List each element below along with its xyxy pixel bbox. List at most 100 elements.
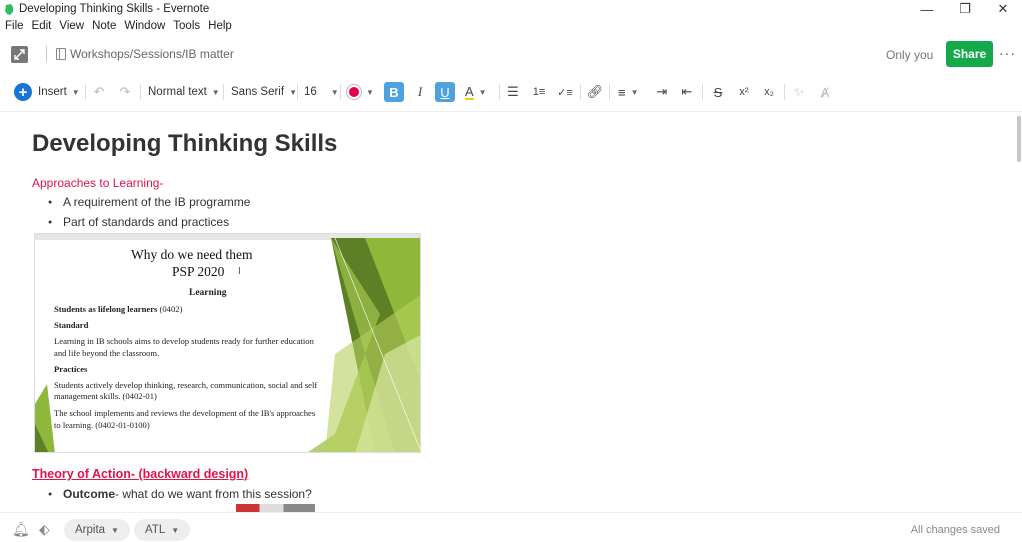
tag-pill[interactable]: ATL ▼ — [134, 519, 191, 541]
notebook-breadcrumb[interactable]: Workshops/Sessions/IB matter — [70, 47, 234, 61]
menu-help[interactable]: Help — [204, 18, 236, 34]
formatting-toolbar: + Insert ▼ ↶ ↷ Normal text ▼ Sans Serif … — [0, 80, 1022, 104]
menu-bar: File Edit View Note Window Tools Help — [0, 18, 236, 34]
slide-line: and life beyond the classroom. — [54, 348, 160, 358]
toolbar-divider — [609, 84, 610, 100]
align-left-icon: ≡ — [618, 84, 626, 100]
tag-pill[interactable]: Arpita ▼ — [64, 519, 130, 541]
reminder-bell-icon[interactable]: 🔔︎ — [12, 521, 30, 538]
text-color-swatch — [347, 85, 361, 99]
note-editor[interactable]: Developing Thinking Skills Approaches to… — [32, 112, 1002, 512]
menu-window[interactable]: Window — [120, 18, 169, 34]
plus-icon: + — [14, 83, 32, 101]
alignment-dropdown[interactable]: ≡ ▼ — [618, 80, 639, 104]
note-footer: 🔔︎ ⬖ Arpita ▼ ATL ▼ All changes saved — [0, 512, 1022, 542]
insert-label: Insert — [38, 86, 67, 98]
tag-label: ATL — [145, 524, 166, 536]
expand-note-icon[interactable] — [11, 46, 28, 63]
undo-icon[interactable]: ↶ — [89, 82, 109, 102]
menu-note[interactable]: Note — [88, 18, 120, 34]
note-header: Workshops/Sessions/IB matter Only you Sh… — [0, 38, 1022, 72]
slide-subtitle: PSP 2020 — [172, 264, 225, 279]
note-title[interactable]: Developing Thinking Skills — [32, 130, 337, 158]
toolbar-divider — [297, 84, 298, 100]
evernote-logo-icon — [5, 3, 13, 15]
font-size-dropdown[interactable]: 16 ▼ — [304, 80, 339, 104]
chevron-down-icon: ▼ — [630, 87, 639, 97]
minimize-button[interactable]: — — [908, 0, 946, 18]
outdent-icon[interactable]: ⇤ — [677, 82, 697, 102]
menu-edit[interactable]: Edit — [28, 18, 56, 34]
highlighter-icon: A — [465, 83, 474, 100]
bold-icon[interactable]: B — [384, 82, 404, 102]
sharing-status[interactable]: Only you — [886, 48, 933, 62]
strikethrough-icon[interactable]: S — [708, 82, 728, 102]
chevron-down-icon: ▼ — [330, 87, 339, 97]
tag-label: Arpita — [75, 524, 106, 536]
toolbar-divider — [140, 84, 141, 100]
toolbar-divider — [784, 84, 785, 100]
underline-icon[interactable]: U — [435, 82, 455, 102]
text-cursor-icon: I — [238, 266, 241, 277]
chevron-down-icon: ▼ — [211, 87, 220, 97]
toolbar-divider — [499, 84, 500, 100]
bullet-list-icon[interactable]: ☰ — [503, 82, 523, 102]
slide-line: Practices — [54, 364, 88, 374]
slide-line: Standard — [54, 320, 89, 330]
superscript-icon[interactable]: x² — [734, 82, 754, 102]
font-family-label: Sans Serif — [231, 86, 285, 98]
slide-title: Why do we need them — [131, 247, 253, 262]
subscript-icon[interactable]: x₂ — [759, 82, 779, 102]
save-status: All changes saved — [910, 524, 1000, 536]
checklist-icon[interactable]: ✓≡ — [555, 82, 575, 102]
insert-button[interactable]: + Insert ▼ — [14, 80, 80, 104]
highlight-button[interactable]: A ▼ — [465, 80, 487, 104]
section-heading-atl[interactable]: Approaches to Learning- — [32, 176, 163, 190]
toolbar-divider — [223, 84, 224, 100]
clear-formatting-icon[interactable]: Ⱥ — [815, 82, 835, 102]
list-item[interactable]: Outcome- what do we want from this sessi… — [48, 487, 312, 501]
link-icon[interactable]: 🔗︎ — [585, 82, 605, 102]
section-heading-theory-of-action[interactable]: Theory of Action- (backward design) — [32, 467, 248, 481]
close-button[interactable]: ✕ — [984, 0, 1022, 18]
notebook-icon — [56, 48, 66, 60]
chevron-down-icon: ▼ — [171, 525, 180, 535]
list-item[interactable]: A requirement of the IB programme — [48, 195, 250, 209]
toolbar-divider — [580, 84, 581, 100]
slide-line: The school implements and reviews the de… — [54, 408, 316, 418]
numbered-list-icon[interactable]: 1≡ — [529, 82, 549, 102]
scrollbar-thumb[interactable] — [1017, 116, 1021, 162]
font-size-label: 16 — [304, 86, 317, 98]
slide-line: Students actively develop thinking, rese… — [54, 380, 318, 390]
paragraph-style-label: Normal text — [148, 86, 207, 98]
slide-line: Learning in IB schools aims to develop s… — [54, 336, 314, 346]
indent-icon[interactable]: ⇥ — [652, 82, 672, 102]
list-item[interactable]: Part of standards and practices — [48, 215, 229, 229]
slide-line: Students as lifelong learners (0402) — [54, 304, 183, 314]
title-bar: Developing Thinking Skills - Evernote — … — [0, 0, 1022, 18]
toolbar-divider — [85, 84, 86, 100]
share-button[interactable]: Share — [946, 41, 993, 67]
chevron-down-icon: ▼ — [71, 87, 80, 97]
menu-view[interactable]: View — [55, 18, 88, 34]
embedded-slide-image[interactable]: Why do we need them PSP 2020 I Learning … — [34, 233, 421, 453]
redo-icon[interactable]: ↷ — [115, 82, 135, 102]
add-tag-icon[interactable]: ⬖ — [39, 521, 50, 538]
slide-line: management skills. (0402-01) — [54, 391, 157, 401]
magic-wand-icon[interactable]: ✨︎ — [789, 82, 809, 102]
restore-button[interactable]: ❐ — [946, 0, 984, 18]
header-divider — [46, 46, 47, 62]
font-family-dropdown[interactable]: Sans Serif ▼ — [231, 80, 297, 104]
chevron-down-icon: ▼ — [111, 525, 119, 535]
embedded-image-partial[interactable] — [236, 504, 315, 512]
menu-file[interactable]: File — [0, 18, 28, 34]
slide-heading: Learning — [189, 288, 227, 298]
more-options-button[interactable]: ··· — [999, 45, 1016, 61]
paragraph-style-dropdown[interactable]: Normal text ▼ — [148, 80, 220, 104]
italic-icon[interactable]: I — [410, 82, 430, 102]
toolbar-divider — [702, 84, 703, 100]
menu-tools[interactable]: Tools — [169, 18, 204, 34]
slide-line: to learning. (0402-01-0100) — [54, 420, 150, 430]
text-color-button[interactable]: ▼ — [347, 80, 374, 104]
chevron-down-icon: ▼ — [366, 87, 374, 97]
